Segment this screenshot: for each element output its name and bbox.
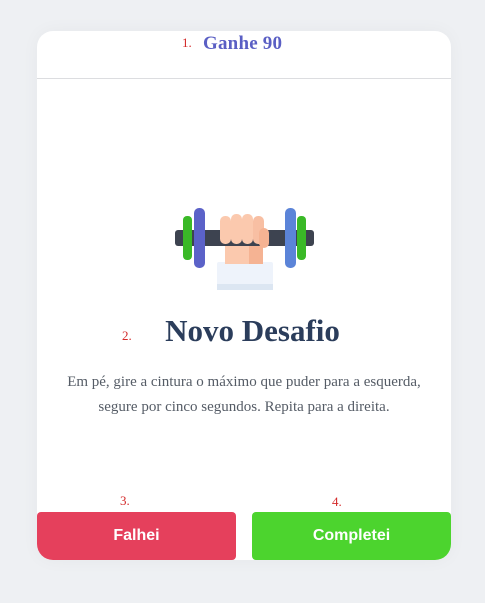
dumbbell-lift-icon	[175, 208, 314, 290]
marker-1: 1.	[182, 35, 192, 50]
reward-title: Ganhe 90	[203, 33, 283, 54]
page: 1. Ganhe 90 2. Novo Desafio Em pé, gire …	[0, 0, 485, 603]
marker-4: 4.	[332, 494, 342, 509]
card-header: 1. Ganhe 90	[37, 31, 451, 79]
fail-button[interactable]: Falhei	[37, 512, 236, 560]
challenge-card: 1. Ganhe 90 2. Novo Desafio Em pé, gire …	[37, 31, 451, 560]
challenge-title: Novo Desafio	[37, 313, 451, 349]
complete-button[interactable]: Completei	[252, 512, 451, 560]
challenge-title-text: Novo Desafio	[165, 313, 340, 348]
marker-3: 3.	[120, 493, 130, 508]
challenge-description: Em pé, gire a cintura o máximo que puder…	[67, 374, 421, 415]
